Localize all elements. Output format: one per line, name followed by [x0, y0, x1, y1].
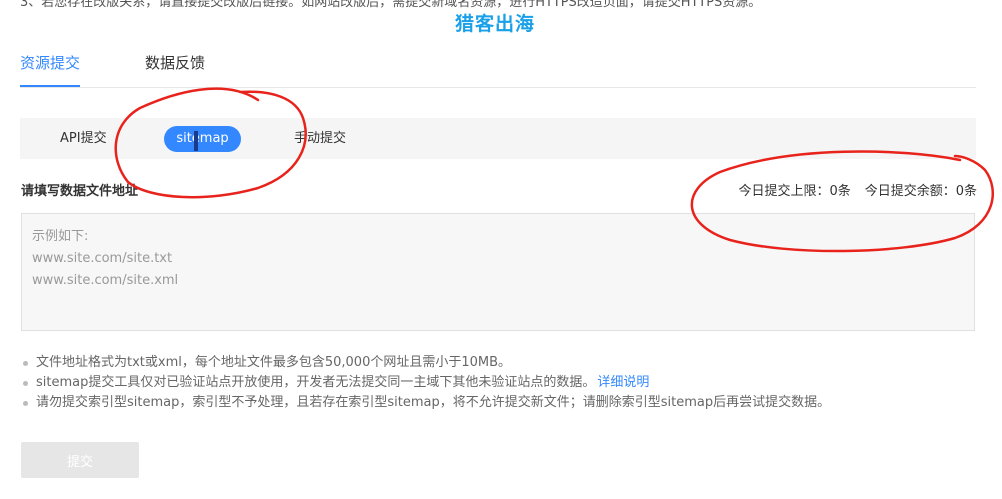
- details-link[interactable]: 详细说明: [597, 375, 649, 390]
- watermark-logo: 猎客出海: [455, 13, 536, 35]
- tip-text: 请勿提交索引型sitemap，索引型不予处理，且若存在索引型sitemap，将不…: [36, 395, 831, 410]
- main-tabs: 资源提交 数据反馈: [20, 50, 976, 88]
- tip-text: 文件地址格式为txt或xml，每个地址文件最多包含50,000个网址且需小于10…: [36, 355, 512, 370]
- sub-tab-api[interactable]: API提交: [60, 126, 107, 152]
- tip-text: sitemap提交工具仅对已验证站点开放使用，开发者无法提交同一主域下其他未验证…: [36, 375, 596, 390]
- data-file-url-label: 请填写数据文件地址: [21, 184, 139, 199]
- submit-method-tabs: API提交 sitemap 手动提交: [20, 118, 976, 159]
- submit-button[interactable]: 提交: [21, 442, 139, 478]
- sub-tab-manual[interactable]: 手动提交: [294, 126, 346, 152]
- sub-tab-sitemap[interactable]: sitemap: [164, 126, 241, 152]
- tip-item: 请勿提交索引型sitemap，索引型不予处理，且若存在索引型sitemap，将不…: [21, 393, 830, 413]
- tip-item: 文件地址格式为txt或xml，每个地址文件最多包含50,000个网址且需小于10…: [21, 353, 830, 373]
- tips-list: 文件地址格式为txt或xml，每个地址文件最多包含50,000个网址且需小于10…: [21, 353, 830, 413]
- daily-quota: 今日提交上限：0条 今日提交余额：0条: [724, 180, 977, 199]
- quota-limit: 今日提交上限：0条: [738, 184, 851, 199]
- quota-remaining: 今日提交余额：0条: [864, 184, 977, 199]
- tip-item: sitemap提交工具仅对已验证站点开放使用，开发者无法提交同一主域下其他未验证…: [21, 373, 830, 393]
- tab-data-feedback[interactable]: 数据反馈: [145, 52, 205, 86]
- sitemap-url-input[interactable]: [21, 213, 975, 331]
- tab-resource-submit[interactable]: 资源提交: [20, 52, 81, 87]
